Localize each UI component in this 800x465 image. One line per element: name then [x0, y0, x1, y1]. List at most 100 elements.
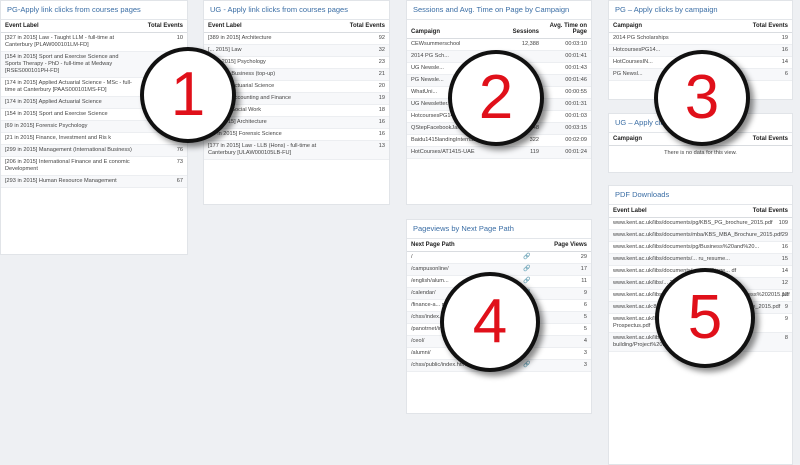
cell-value: 14 [741, 265, 792, 278]
cell-label[interactable]: [389 in 2015] Architecture [204, 32, 342, 45]
table-row[interactable]: [389 in 2015] Architecture 92 [204, 32, 389, 45]
cell-label[interactable]: [177 in 2015] Law - LLB (Hons) - full-ti… [204, 140, 342, 160]
cell-label[interactable]: [154 in 2015] Sport and Exercise Science [1, 108, 136, 121]
cell-value: 3 [537, 359, 591, 372]
panel-title: UG - Apply link clicks from courses page… [204, 1, 389, 20]
table-row[interactable]: HotCourses/AT1415-UAE 119 00:01:24 [407, 146, 591, 159]
number-badge-2: 2 [448, 50, 544, 146]
cell-value: 29 [537, 251, 591, 264]
column-header[interactable]: Sessions [503, 20, 543, 39]
cell-value: 119 [503, 146, 543, 159]
cell-value: 19 [739, 32, 792, 45]
table-row[interactable]: www.kent.ac.uk/libs/documents/... ru_res… [609, 253, 792, 266]
cell-label[interactable]: HotCourses/AT1415-UAE [407, 146, 503, 159]
column-header[interactable]: Total Events [739, 133, 792, 146]
column-header[interactable]: Event Label [204, 20, 342, 33]
panel-title: Pageviews by Next Page Path [407, 220, 591, 239]
cell-value: 00:01:41 [543, 50, 591, 63]
column-header [517, 239, 537, 252]
cell-value: 12 [741, 277, 792, 290]
cell-value: 00:01:43 [543, 62, 591, 75]
column-header[interactable]: Event Label [609, 205, 741, 218]
cell-label[interactable]: www.kent.ac.uk/libs/documents/mba/KBS_MB… [609, 229, 782, 242]
cell-value: 20 [342, 80, 389, 93]
cell-value: 67 [136, 175, 187, 188]
link-icon[interactable]: 🔗 [517, 251, 537, 264]
column-header[interactable]: Avg. Time on Page [543, 20, 591, 39]
cell-value: 9 [537, 287, 591, 300]
cell-label[interactable]: [293 in 2015] Human Resource Management [1, 175, 136, 188]
cell-label[interactable]: [... 2015] Law [204, 44, 342, 57]
cell-value: 00:00:55 [543, 86, 591, 99]
cell-value: 5 [537, 323, 591, 336]
cell-value: 16 [342, 116, 389, 129]
cell-value: 11 [537, 275, 591, 288]
table-row[interactable]: www.kent.ac.uk/libs/documents/pg/KBS_PG_… [609, 217, 792, 230]
table-row[interactable]: [177 in 2015] Law - LLB (Hons) - full-ti… [204, 140, 389, 160]
cell-value: 12,388 [503, 38, 543, 51]
table-row[interactable]: / 🔗 29 [407, 251, 591, 264]
number-badge-4: 4 [440, 272, 540, 372]
cell-label[interactable]: 2014 PG Scholarships [609, 32, 739, 45]
cell-label[interactable]: [174 in 2015] Applied Actuarial Science [1, 96, 136, 109]
column-header[interactable]: Total Events [136, 20, 187, 33]
cell-label[interactable]: www.kent.ac.uk/libs/documents/pg/Busines… [609, 241, 759, 254]
cell-label[interactable]: [69 in 2015] Forensic Psychology [1, 120, 136, 133]
panel-title: PG-Apply link clicks from courses pages [1, 1, 187, 20]
cell-value: 32 [342, 44, 389, 57]
cell-label[interactable]: www.kent.ac.uk/libs/documents/... ru_res… [609, 253, 741, 266]
cell-value: 3 [537, 347, 591, 360]
cell-label[interactable]: [154 in 2015] Sport and Exercise Science… [1, 51, 136, 78]
table-row[interactable]: www.kent.ac.uk/libs/documents/mba/KBS_MB… [609, 229, 792, 242]
cell-value: 5 [537, 311, 591, 324]
cell-value: 14 [739, 56, 792, 69]
cell-value: 16 [342, 128, 389, 141]
cell-label[interactable]: [73 in 2015] Forensic Science [204, 128, 342, 141]
cell-value: 00:01:03 [543, 110, 591, 123]
table-row[interactable]: [293 in 2015] Human Resource Management 6… [1, 175, 187, 188]
number-badge-5: 5 [655, 268, 755, 368]
cell-value: 00:01:46 [543, 74, 591, 87]
table-row[interactable]: [... 2015] Law 32 [204, 44, 389, 57]
cell-value: 16 [739, 44, 792, 57]
cell-label[interactable]: [327 in 2015] Law - Taught LLM - full-ti… [1, 32, 136, 52]
column-header[interactable]: Page Views [537, 239, 591, 252]
table-row[interactable]: [... in 2015] Architecture 16 [204, 116, 389, 129]
table-row[interactable]: [73 in 2015] Forensic Science 16 [204, 128, 389, 141]
cell-value: 6 [537, 299, 591, 312]
cell-value: 13 [342, 140, 389, 160]
column-header[interactable]: Campaign [407, 20, 503, 39]
no-data-message: There is no data for this view. [664, 150, 737, 156]
table-row[interactable]: [206 in 2015] International Finance and … [1, 156, 187, 176]
table-row[interactable]: 2014 PG Scholarships 19 [609, 32, 792, 45]
column-header[interactable]: Total Events [739, 20, 792, 33]
cell-value: 76 [136, 144, 187, 157]
panel-title: PG – Apply clicks by campaign [609, 1, 792, 20]
cell-label[interactable]: [299 in 2015] Management (International … [1, 144, 136, 157]
cell-value: 00:03:15 [543, 122, 591, 135]
table-row[interactable]: [327 in 2015] Law - Taught LLM - full-ti… [1, 32, 187, 52]
cell-value: 19 [342, 92, 389, 105]
cell-label[interactable]: [174 in 2015] Applied Actuarial Science … [1, 77, 136, 97]
table-row[interactable]: [21 in 2015] Finance, Investment and Ris… [1, 132, 187, 145]
column-header[interactable]: Campaign [609, 20, 739, 33]
panel-title: Sessions and Avg. Time on Page by Campai… [407, 1, 591, 20]
cell-label[interactable]: [21 in 2015] Finance, Investment and Ris… [1, 132, 136, 145]
table-row[interactable]: www.kent.ac.uk/libs/documents/pg/Busines… [609, 241, 792, 254]
cell-label[interactable]: www.kent.ac.uk/libs/documents/pg/KBS_PG_… [609, 217, 773, 230]
number-badge-1: 1 [140, 47, 236, 143]
link-icon[interactable]: 🔗 [517, 263, 537, 276]
cell-label[interactable]: / [407, 251, 517, 264]
cell-value: 00:03:10 [543, 38, 591, 51]
cell-label[interactable]: [206 in 2015] International Finance and … [1, 156, 136, 176]
cell-value: 00:02:09 [543, 134, 591, 147]
column-header[interactable]: Total Events [741, 205, 792, 218]
column-header[interactable]: Next Page Path [407, 239, 517, 252]
table-row[interactable]: [299 in 2015] Management (International … [1, 144, 187, 157]
column-header[interactable]: Event Label [1, 20, 136, 33]
cell-value: 92 [342, 32, 389, 45]
column-header[interactable]: Total Events [342, 20, 389, 33]
table-row[interactable]: CEWsummerschool 12,388 00:03:10 [407, 38, 591, 51]
cell-label[interactable]: CEWsummerschool [407, 38, 503, 51]
table-row[interactable]: [... in 2015] Psychology 23 [204, 56, 389, 69]
